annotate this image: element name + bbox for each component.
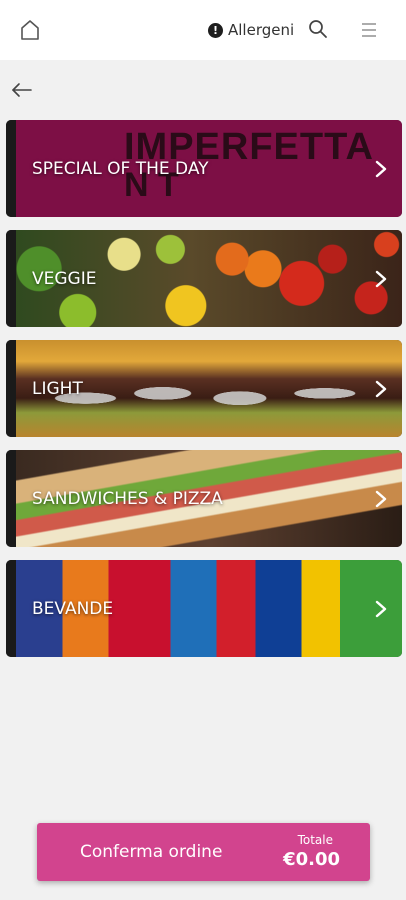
total-label: Totale: [297, 833, 333, 847]
category-label: SPECIAL OF THE DAY: [32, 158, 209, 179]
confirm-order-label: Conferma ordine: [80, 842, 223, 862]
category-label: BEVANDE: [32, 598, 114, 619]
menu-icon[interactable]: [360, 21, 378, 39]
card-strip: [6, 230, 16, 327]
total-amount: €0.00: [283, 849, 340, 870]
card-strip: [6, 340, 16, 437]
arrow-left-icon[interactable]: [10, 80, 34, 100]
top-bar: ! Allergeni: [0, 0, 406, 60]
category-card-sandwiches-pizza[interactable]: SANDWICHES & PIZZA: [6, 450, 402, 547]
confirm-order-button[interactable]: Conferma ordine Totale €0.00: [37, 823, 370, 881]
category-card-special[interactable]: IMPERFETTA N T SPECIAL OF THE DAY: [6, 120, 402, 217]
category-card-veggie[interactable]: VEGGIE: [6, 230, 402, 327]
card-strip: [6, 120, 16, 217]
category-label: LIGHT: [32, 378, 83, 399]
chevron-right-icon: [375, 160, 387, 177]
chevron-right-icon: [375, 490, 387, 507]
home-icon[interactable]: [19, 19, 41, 41]
category-card-bevande[interactable]: BEVANDE: [6, 560, 402, 657]
category-card-light[interactable]: LIGHT: [6, 340, 402, 437]
chevron-right-icon: [375, 600, 387, 617]
chevron-right-icon: [375, 380, 387, 397]
card-strip: [6, 450, 16, 547]
search-icon[interactable]: [308, 19, 328, 39]
allergen-label: Allergeni: [228, 21, 295, 39]
category-label: VEGGIE: [32, 268, 97, 289]
allergen-button[interactable]: ! Allergeni: [208, 20, 294, 40]
chevron-right-icon: [375, 270, 387, 287]
card-strip: [6, 560, 16, 657]
category-label: SANDWICHES & PIZZA: [32, 488, 223, 509]
info-icon: !: [208, 22, 223, 38]
